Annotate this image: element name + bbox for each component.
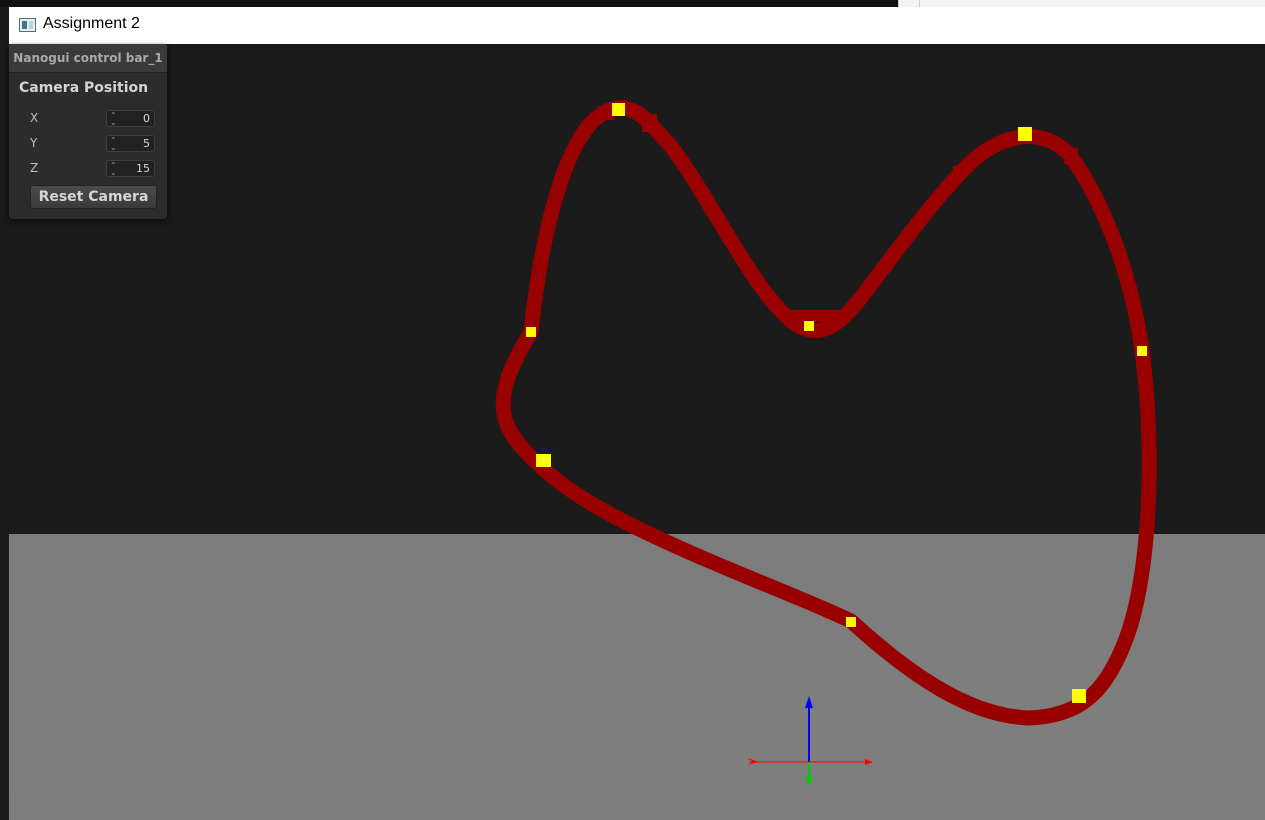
camera-y-value: 5 (143, 137, 150, 150)
spinner-icon[interactable]: ⌃ ⌄ (110, 162, 117, 177)
panel-header[interactable]: Nanogui control bar_1 (9, 44, 167, 73)
top-strip (0, 0, 1265, 7)
camera-x-label: X (30, 111, 39, 125)
camera-x-row: X ⌃ ⌄ 0 (30, 110, 157, 128)
3d-viewport[interactable] (9, 44, 1265, 820)
control-point[interactable] (1137, 346, 1147, 356)
camera-x-input[interactable]: ⌃ ⌄ 0 (106, 110, 155, 127)
track-segment (784, 310, 840, 322)
control-point[interactable] (1018, 127, 1032, 141)
control-point[interactable] (804, 321, 814, 331)
spinner-icon[interactable]: ⌃ ⌄ (110, 112, 117, 127)
camera-y-row: Y ⌃ ⌄ 5 (30, 135, 157, 153)
spinner-icon[interactable]: ⌃ ⌄ (110, 137, 117, 152)
background-window (0, 0, 898, 7)
app-window-icon (19, 18, 36, 32)
camera-z-input[interactable]: ⌃ ⌄ 15 (106, 160, 155, 177)
camera-position-label: Camera Position (19, 80, 149, 96)
track-segment (953, 166, 965, 180)
control-point[interactable] (1072, 689, 1086, 703)
control-point[interactable] (846, 617, 856, 627)
camera-z-value: 15 (136, 162, 150, 175)
track-segment (642, 114, 657, 132)
nanogui-control-panel[interactable]: Nanogui control bar_1 Camera Position X … (9, 44, 167, 219)
camera-z-row: Z ⌃ ⌄ 15 (30, 160, 157, 178)
control-point[interactable] (612, 103, 625, 116)
window-title: Assignment 2 (43, 15, 140, 32)
track-segment (1064, 148, 1078, 164)
camera-y-label: Y (30, 136, 38, 150)
background-window-divider (919, 0, 920, 7)
background-window-edge (898, 0, 1265, 7)
camera-z-label: Z (30, 161, 39, 175)
control-point[interactable] (526, 327, 536, 337)
window-titlebar[interactable]: Assignment 2 (9, 7, 1265, 44)
camera-x-value: 0 (143, 112, 150, 125)
ground-plane (9, 534, 1265, 820)
reset-camera-button[interactable]: Reset Camera (30, 185, 157, 209)
control-point[interactable] (536, 454, 551, 467)
scene-canvas[interactable] (9, 44, 1265, 820)
camera-y-input[interactable]: ⌃ ⌄ 5 (106, 135, 155, 152)
